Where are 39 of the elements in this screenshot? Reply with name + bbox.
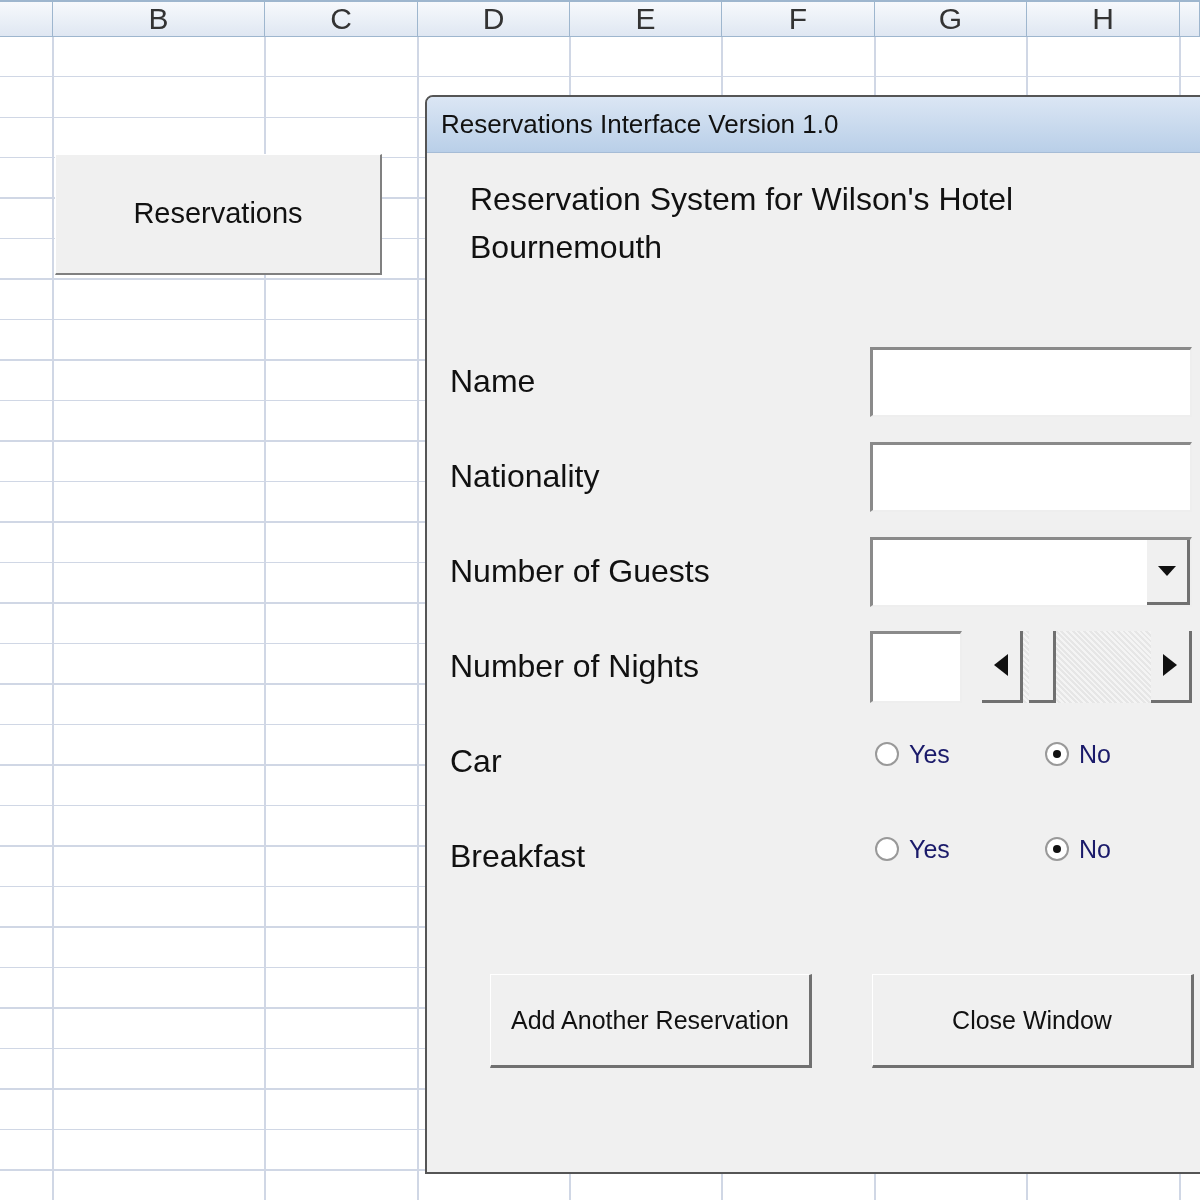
column-header[interactable]: C: [265, 0, 418, 37]
dialog-button[interactable]: Close Window: [872, 974, 1194, 1068]
input-field[interactable]: [870, 441, 1192, 512]
scroll-right-button[interactable]: [1151, 630, 1192, 703]
field-label: Nationality: [450, 458, 601, 495]
field-label: Breakfast: [450, 838, 587, 875]
radio-button[interactable]: [875, 837, 899, 861]
radio-label: Yes: [909, 739, 950, 769]
column-header[interactable]: F: [722, 0, 875, 37]
left-arrow-icon: [994, 654, 1008, 676]
radio-button[interactable]: [1045, 742, 1069, 766]
reservations-button[interactable]: Reservations: [55, 153, 382, 275]
radio-button[interactable]: [875, 742, 899, 766]
dialog-button[interactable]: Add Another Reservation: [490, 974, 812, 1068]
dropdown-button[interactable]: [1147, 539, 1190, 605]
scroll-thumb[interactable]: [1029, 630, 1056, 703]
scrollbar[interactable]: [982, 630, 1192, 703]
dropdown-field[interactable]: [870, 536, 1192, 607]
column-header[interactable]: [0, 0, 53, 37]
column-header[interactable]: G: [875, 0, 1027, 37]
field-label: Name: [450, 363, 537, 400]
radio-label: No: [1079, 739, 1111, 769]
right-arrow-icon: [1163, 654, 1177, 676]
field-label: Car: [450, 743, 503, 780]
radio-button[interactable]: [1045, 837, 1069, 861]
field-label: Number of Guests: [450, 553, 711, 590]
column-header[interactable]: H: [1027, 0, 1180, 37]
radio-label: No: [1079, 834, 1111, 864]
window-title: Reservations Interface Version 1.0: [441, 109, 839, 140]
input-field[interactable]: [870, 346, 1192, 417]
input-field[interactable]: [870, 630, 962, 703]
column-header[interactable]: D: [418, 0, 570, 37]
column-header[interactable]: B: [53, 0, 265, 37]
field-label: Number of Nights: [450, 648, 700, 685]
radio-label: Yes: [909, 834, 950, 864]
caret-icon: [1158, 565, 1176, 576]
column-header[interactable]: E: [570, 0, 722, 37]
column-header[interactable]: [1180, 0, 1200, 37]
form-heading: Reservation System for Wilson's Hotel Bournemouth: [469, 180, 1015, 267]
